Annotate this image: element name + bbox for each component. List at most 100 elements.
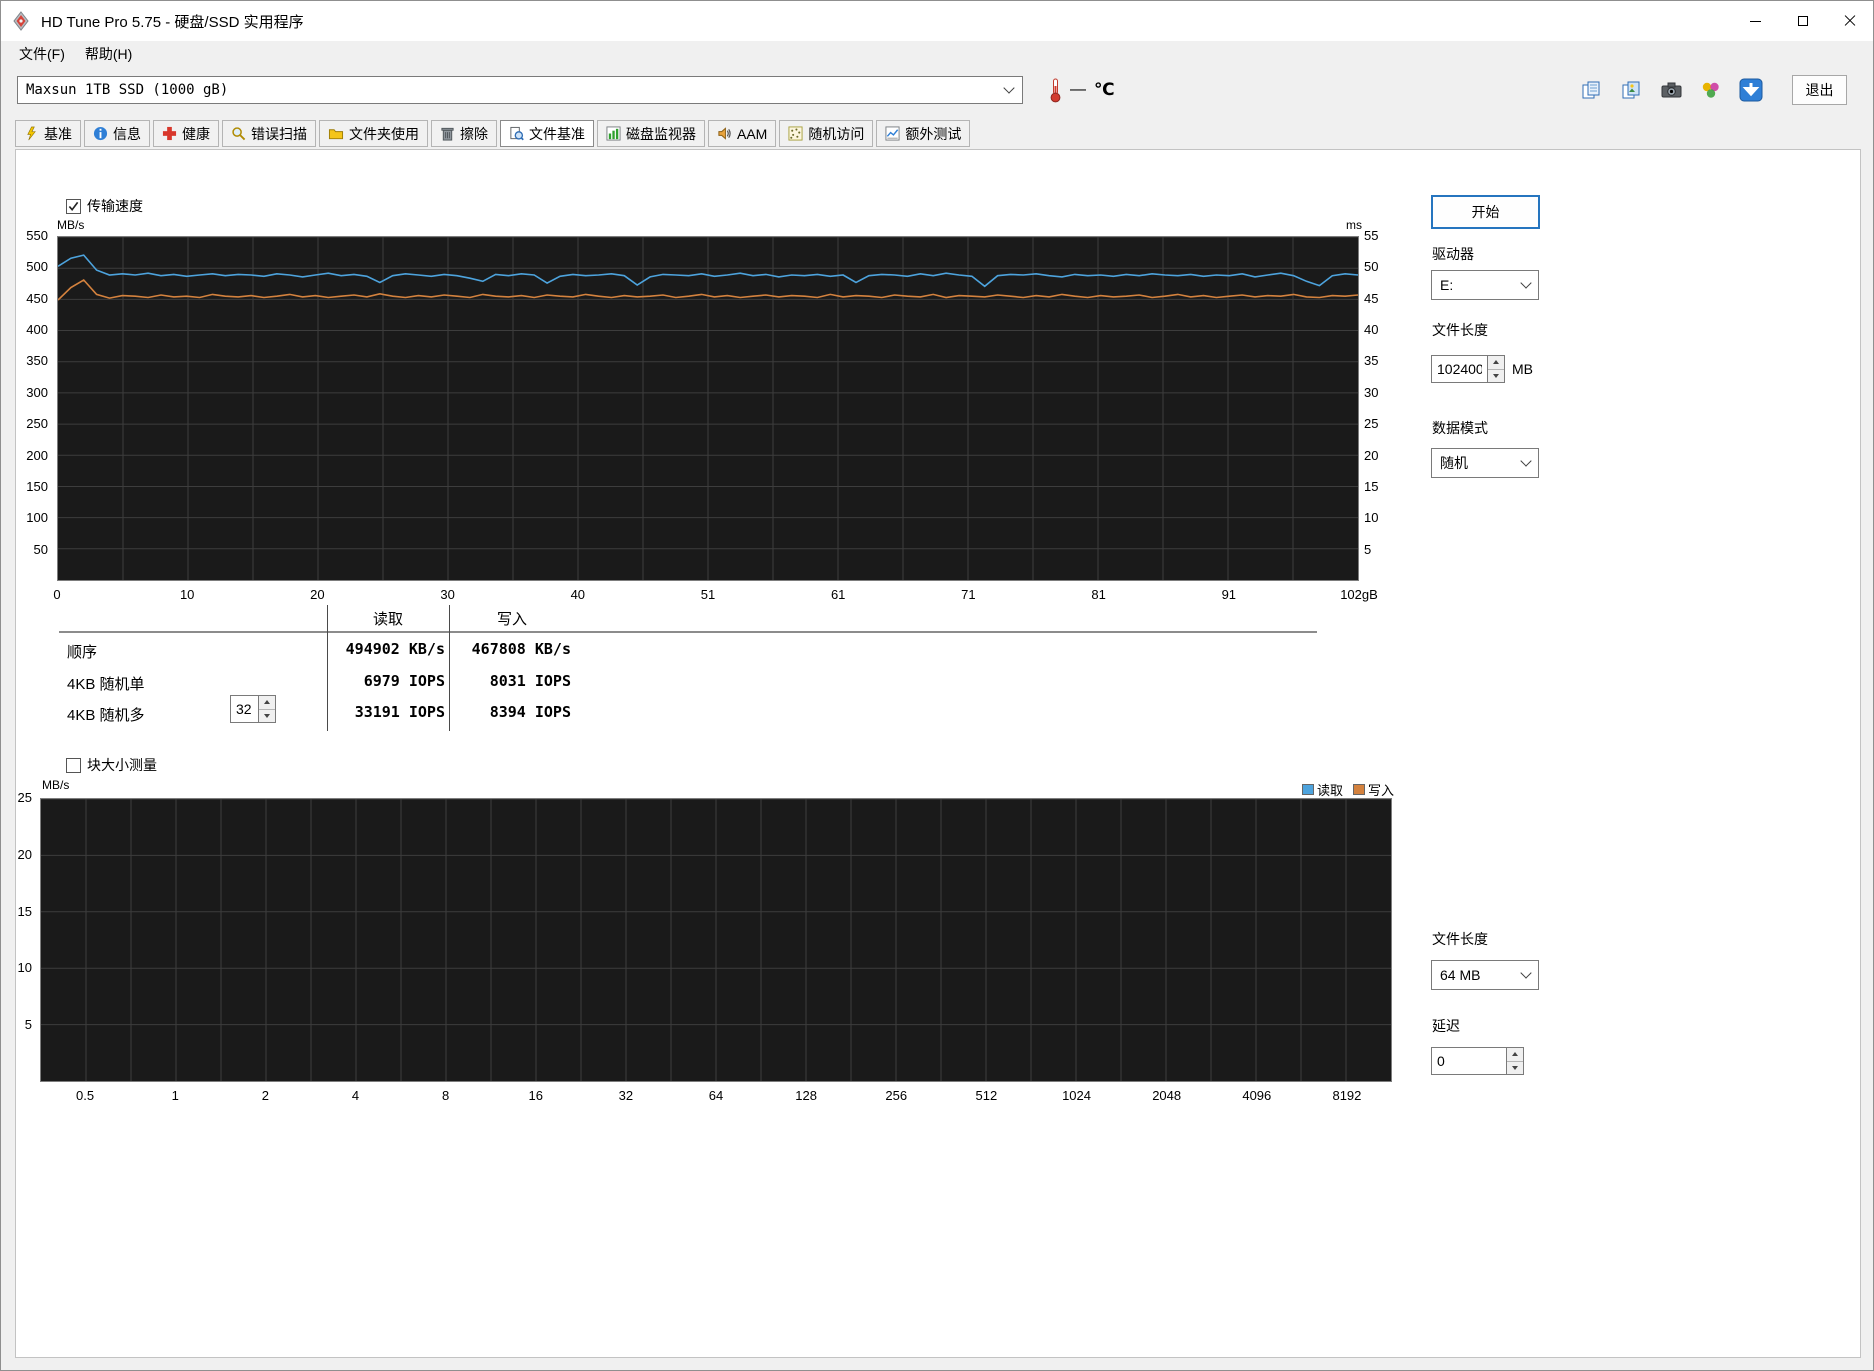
spinner-up-button[interactable] [259, 696, 275, 709]
tab-extra-tests[interactable]: 额外测试 [876, 120, 971, 147]
copy-image-button[interactable] [1614, 75, 1648, 105]
tick-label: 10 [1364, 510, 1379, 526]
legend-write-swatch [1353, 784, 1366, 795]
menubar: 文件(F) 帮助(H) [1, 41, 1873, 67]
tab-error-scan[interactable]: 错误扫描 [222, 120, 316, 147]
file-length-input[interactable] [1431, 355, 1488, 383]
options-button[interactable] [1694, 75, 1728, 105]
tab-erase[interactable]: 擦除 [431, 120, 497, 147]
spinner-down-button[interactable] [1488, 368, 1504, 382]
folder-icon [328, 129, 344, 140]
block-file-length-dropdown[interactable]: 64 MB [1431, 960, 1539, 990]
tick-label: 500 [26, 259, 48, 275]
spinner-down-button[interactable] [259, 708, 275, 722]
tick-label: 300 [26, 384, 48, 400]
random-multi-read-value: 33191 IOPS [354, 703, 445, 721]
chart1-y-axis-right: 55 50 45 40 35 30 25 20 15 10 5 [1364, 228, 1398, 581]
queue-depth-stepper [230, 695, 276, 723]
tick-label: 450 [26, 290, 48, 306]
tick-label: 20 [310, 587, 325, 602]
tick-label: 2048 [1152, 1088, 1182, 1103]
tab-info[interactable]: 信息 [84, 120, 150, 147]
queue-depth-input[interactable] [230, 695, 259, 723]
tick-label: 512 [975, 1088, 998, 1103]
drive-dropdown[interactable]: E: [1431, 270, 1539, 300]
drive-label: 驱动器 [1432, 246, 1474, 262]
up-arrow-icon [1512, 1052, 1518, 1057]
tick-label: 20 [1364, 447, 1379, 463]
tick-label: 55 [1364, 228, 1379, 243]
down-arrow-icon [264, 713, 270, 718]
tick-label: 45 [1364, 290, 1379, 306]
transfer-speed-checkbox-row: 传输速度 [66, 196, 143, 216]
app-icon [11, 10, 33, 32]
tab-health[interactable]: 健康 [153, 120, 219, 147]
tick-label: 81 [1091, 587, 1106, 602]
tick-label: 20 [17, 846, 32, 862]
update-button[interactable] [1734, 75, 1768, 105]
chart2-x-axis: 0.5 1 2 4 8 16 32 64 128 256 512 1024 2048 4096 8192 [40, 1088, 1392, 1106]
window-title: HD Tune Pro 5.75 - 硬盘/SSD 实用程序 [41, 13, 304, 31]
maximize-icon [1797, 16, 1808, 26]
tick-label: 30 [440, 587, 455, 602]
chevron-down-icon [1520, 277, 1532, 289]
exit-button[interactable]: 退出 [1792, 75, 1847, 105]
copy-text-button[interactable] [1574, 75, 1608, 105]
tick-label: 5 [1364, 541, 1372, 557]
tick-label: 550 [26, 228, 48, 243]
tab-file-benchmark[interactable]: 文件基准 [500, 120, 594, 147]
legend-read-swatch [1302, 784, 1314, 795]
drive-select[interactable]: Maxsun 1TB SSD (1000 gB) [17, 76, 1023, 104]
sequential-read-value: 494902 KB/s [345, 640, 445, 658]
tab-disk-monitor[interactable]: 磁盘监视器 [597, 120, 705, 147]
spinner-down-button[interactable] [1507, 1060, 1523, 1074]
tick-label: 51 [700, 587, 716, 602]
tick-label: 25 [1364, 416, 1379, 432]
delay-stepper [1431, 1047, 1524, 1075]
tick-label: 200 [26, 447, 48, 463]
tick-label: 4 [351, 1088, 360, 1103]
tick-label: 25 [17, 790, 32, 805]
row-label-sequential: 顺序 [67, 644, 98, 661]
spinner-up-button[interactable] [1488, 356, 1504, 369]
chevron-down-icon [1520, 967, 1532, 979]
temperature-value: — [1070, 81, 1086, 98]
close-icon [1844, 15, 1856, 27]
minimize-button[interactable] [1732, 1, 1779, 41]
thermometer-icon [1050, 78, 1061, 103]
table-column-divider [449, 605, 450, 731]
chart2-left-unit: MB/s [42, 778, 70, 792]
tab-folder-usage[interactable]: 文件夹使用 [319, 120, 428, 147]
maximize-button[interactable] [1779, 1, 1826, 41]
block-size-checkbox[interactable] [66, 757, 81, 773]
delay-input[interactable] [1431, 1047, 1507, 1075]
tick-label: 71 [961, 587, 976, 602]
tick-label: 0 [53, 587, 61, 602]
benchmark-icon [27, 126, 36, 141]
menu-help[interactable]: 帮助(H) [77, 42, 140, 66]
start-button[interactable]: 开始 [1431, 195, 1540, 229]
chart1-right-unit: ms [1346, 218, 1362, 232]
spinner-up-button[interactable] [1507, 1048, 1523, 1061]
tab-random-access[interactable]: 随机访问 [779, 120, 874, 147]
data-mode-dropdown[interactable]: 随机 [1431, 448, 1539, 478]
tick-label: 50 [33, 541, 48, 557]
chart1-left-unit: MB/s [57, 218, 85, 232]
chart-lines-icon [885, 126, 900, 141]
close-button[interactable] [1826, 1, 1873, 41]
tab-benchmark[interactable]: 基准 [15, 120, 81, 147]
tick-label: 40 [1364, 322, 1379, 338]
download-arrow-icon [1739, 78, 1763, 102]
transfer-speed-checkbox[interactable] [66, 198, 81, 214]
camera-icon [1661, 82, 1681, 98]
transfer-speed-chart [57, 236, 1359, 581]
tick-label: 61 [830, 587, 846, 602]
menu-file[interactable]: 文件(F) [11, 42, 73, 66]
legend-write-label: 写入 [1368, 783, 1395, 798]
tick-label: 50 [1364, 259, 1379, 275]
check-icon [68, 201, 79, 211]
drive-dropdown-value: E: [1440, 277, 1454, 293]
tab-aam[interactable]: AAM [708, 120, 777, 147]
tabbar: 基准 信息 健康 错误扫描 文件夹使用 擦除 文件基准 磁盘监视器 AAM 随机… [15, 120, 971, 147]
screenshot-button[interactable] [1654, 75, 1688, 105]
